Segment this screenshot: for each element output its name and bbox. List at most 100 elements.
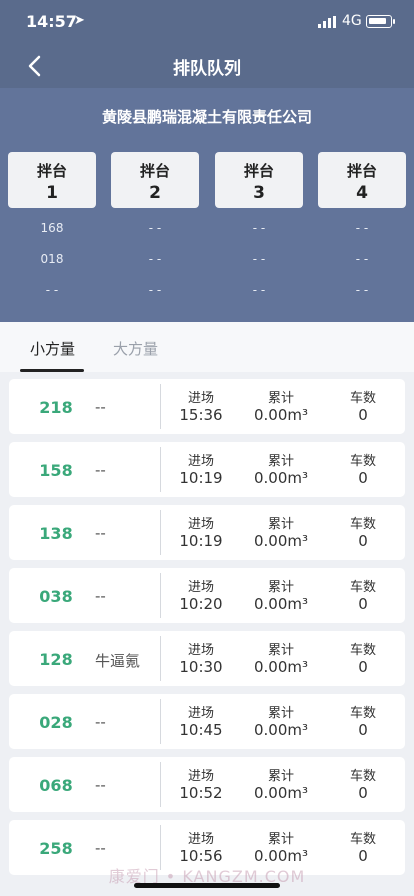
app-header: 14:57 ➤ 4G 排队队列 黄陵县鹏瑞混凝土有限责任公司 拌台 1 拌台 2… [0,0,414,322]
station-number: 3 [253,183,265,203]
driver-name: -- [95,587,106,605]
queue-entry: - - [252,252,266,266]
entry-label: 进场 [187,454,214,469]
trips-label: 车数 [349,832,376,847]
total-label: 累计 [267,706,294,721]
station-label: 拌台 [139,162,170,180]
station-label: 拌台 [346,162,377,180]
entry-label: 进场 [187,769,214,784]
trips-label: 车数 [349,517,376,532]
location-arrow-icon: ➤ [74,13,85,28]
station-3-button[interactable]: 拌台 3 [215,152,303,208]
driver-name: -- [95,713,106,731]
total-volume: 0.00m³ [253,658,309,676]
station-2-button[interactable]: 拌台 2 [111,152,199,208]
entry-time: 10:30 [179,658,223,676]
vehicle-code: 068 [39,776,73,795]
station-4-button[interactable]: 拌台 4 [318,152,406,208]
total-label: 累计 [267,454,294,469]
station-1-button[interactable]: 拌台 1 [8,152,96,208]
list-item[interactable]: 028 -- 进场 10:45 累计 0.00m³ 车数 0 [9,694,405,749]
vehicle-code: 128 [39,650,73,669]
driver-name: -- [95,461,106,479]
status-bar: 14:57 ➤ 4G [0,0,414,44]
total-volume: 0.00m³ [253,721,309,739]
trip-count: 0 [358,784,368,802]
entry-label: 进场 [187,643,214,658]
trips-label: 车数 [349,769,376,784]
company-panel: 黄陵县鹏瑞混凝土有限责任公司 拌台 1 拌台 2 拌台 3 拌台 4 168 0… [0,88,414,322]
entry-time: 10:52 [179,784,223,802]
list-item[interactable]: 068 -- 进场 10:52 累计 0.00m³ 车数 0 [9,757,405,812]
queue-entry: - - [148,283,162,297]
queue-entry: - - [252,221,266,235]
queue-entry: - - [355,252,369,266]
entry-time: 10:20 [179,595,223,613]
trips-label: 车数 [349,391,376,406]
station-number: 4 [356,183,368,203]
queue-entry: - - [45,283,59,297]
company-name: 黄陵县鹏瑞混凝土有限责任公司 [101,108,312,126]
queue-entry: - - [148,221,162,235]
queue-entry: - - [355,283,369,297]
queue-entry: - - [148,252,162,266]
trips-label: 车数 [349,580,376,595]
status-time: 14:57 [26,12,77,31]
vehicle-code: 258 [39,839,73,858]
trips-label: 车数 [349,454,376,469]
total-volume: 0.00m³ [253,469,309,487]
trip-count: 0 [358,406,368,424]
network-label: 4G [342,13,362,29]
total-volume: 0.00m³ [253,595,309,613]
tab-bar: 小方量 大方量 [0,322,414,372]
vehicle-code: 158 [39,461,73,480]
entry-label: 进场 [187,517,214,532]
total-label: 累计 [267,517,294,532]
driver-name: -- [95,839,106,857]
vehicle-code: 038 [39,587,73,606]
entry-time: 10:19 [179,469,223,487]
home-indicator [134,883,280,888]
driver-name: -- [95,398,106,416]
page-title: 排队队列 [173,59,241,79]
trip-count: 0 [358,721,368,739]
vehicle-code: 028 [39,713,73,732]
list-item[interactable]: 128 牛逼氪 进场 10:30 累计 0.00m³ 车数 0 [9,631,405,686]
tab-large-volume[interactable]: 大方量 [113,338,158,359]
total-label: 累计 [267,580,294,595]
entry-time: 10:19 [179,532,223,550]
battery-icon [366,15,395,28]
entry-label: 进场 [187,391,214,406]
list-item[interactable]: 218 -- 进场 15:36 累计 0.00m³ 车数 0 [9,379,405,434]
entry-label: 进场 [187,706,214,721]
tab-small-volume[interactable]: 小方量 [30,338,75,359]
entry-label: 进场 [187,832,214,847]
list-item[interactable]: 138 -- 进场 10:19 累计 0.00m³ 车数 0 [9,505,405,560]
nav-bar: 排队队列 [0,44,414,88]
vehicle-code: 138 [39,524,73,543]
list-item[interactable]: 158 -- 进场 10:19 累计 0.00m³ 车数 0 [9,442,405,497]
entry-time: 15:36 [179,406,223,424]
station-label: 拌台 [36,162,67,180]
driver-name: -- [95,776,106,794]
queue-entry: - - [355,221,369,235]
total-volume: 0.00m³ [253,532,309,550]
queue-entry: 018 [40,252,64,266]
total-label: 累计 [267,769,294,784]
driver-name: -- [95,524,106,542]
total-volume: 0.00m³ [253,784,309,802]
trip-count: 0 [358,595,368,613]
trips-label: 车数 [349,706,376,721]
total-label: 累计 [267,832,294,847]
trips-label: 车数 [349,643,376,658]
entry-label: 进场 [187,580,214,595]
list-item[interactable]: 038 -- 进场 10:20 累计 0.00m³ 车数 0 [9,568,405,623]
signal-bars-icon [318,16,336,28]
trip-count: 0 [358,532,368,550]
vehicle-code: 218 [39,398,73,417]
trip-count: 0 [358,658,368,676]
active-tab-indicator [20,369,84,372]
total-label: 累计 [267,643,294,658]
station-label: 拌台 [243,162,274,180]
total-label: 累计 [267,391,294,406]
